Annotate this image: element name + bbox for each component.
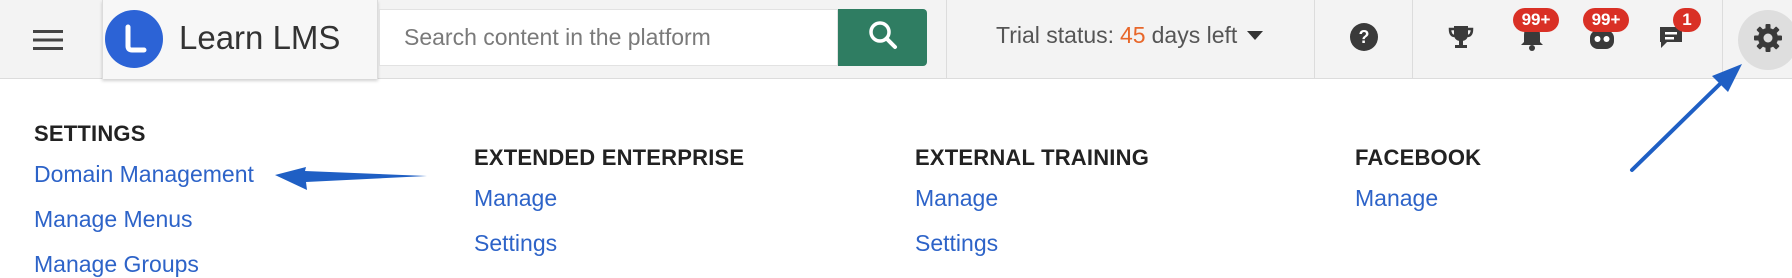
trial-days-count: 45	[1120, 22, 1146, 48]
logo-text: Learn LMS	[179, 19, 341, 56]
extended-enterprise-settings-link[interactable]: Settings	[474, 230, 744, 257]
caret-down-icon	[1247, 31, 1264, 40]
search-icon	[868, 20, 898, 55]
manage-menus-link[interactable]: Manage Menus	[34, 206, 254, 233]
logo-mark-icon	[105, 10, 163, 68]
trial-status-label: Trial status:	[996, 22, 1115, 48]
external-training-manage-link[interactable]: Manage	[915, 185, 1149, 212]
settings-title: SETTINGS	[34, 121, 146, 146]
achievements-button[interactable]	[1436, 14, 1486, 64]
trial-status-dropdown[interactable]: Trial status: 45 days left	[996, 22, 1264, 49]
extended-enterprise-title: EXTENDED ENTERPRISE	[474, 145, 745, 170]
external-training-column: EXTERNAL TRAINING Manage Settings	[915, 145, 1149, 257]
extended-enterprise-column: EXTENDED ENTERPRISE Manage Settings	[474, 145, 744, 257]
arrow-to-settings-gear	[1630, 64, 1742, 172]
help-button[interactable]: ?	[1339, 14, 1389, 64]
manage-groups-link[interactable]: Manage Groups	[34, 251, 254, 278]
search-input[interactable]	[379, 9, 838, 66]
top-navigation-bar: Learn LMS Trial status: 45 days left ? 9…	[0, 0, 1792, 79]
search-button[interactable]	[838, 9, 927, 66]
divider	[1722, 0, 1723, 79]
menu-icon[interactable]	[20, 22, 76, 58]
notifications-badge: 99+	[1513, 8, 1559, 32]
domain-management-link[interactable]: Domain Management	[34, 161, 254, 188]
bot-messages-badge: 99+	[1583, 8, 1629, 32]
facebook-title: FACEBOOK	[1355, 145, 1482, 170]
logo[interactable]: Learn LMS	[102, 0, 378, 79]
divider	[1412, 0, 1413, 79]
facebook-column: FACEBOOK Manage	[1355, 145, 1481, 212]
chat-badge: 1	[1673, 8, 1701, 32]
trial-days-suffix: days left	[1151, 22, 1238, 48]
divider	[946, 0, 947, 79]
svg-text:?: ?	[1359, 27, 1370, 47]
facebook-manage-link[interactable]: Manage	[1355, 185, 1481, 212]
gear-icon	[1753, 23, 1783, 58]
divider	[1314, 0, 1315, 79]
help-icon: ?	[1349, 22, 1379, 57]
external-training-title: EXTERNAL TRAINING	[915, 145, 1150, 170]
settings-column: SETTINGS Domain Management Manage Menus …	[34, 121, 254, 278]
trophy-icon	[1446, 22, 1476, 57]
extended-enterprise-manage-link[interactable]: Manage	[474, 185, 744, 212]
external-training-settings-link[interactable]: Settings	[915, 230, 1149, 257]
settings-button[interactable]	[1738, 10, 1792, 70]
arrow-to-domain-management	[275, 167, 427, 190]
